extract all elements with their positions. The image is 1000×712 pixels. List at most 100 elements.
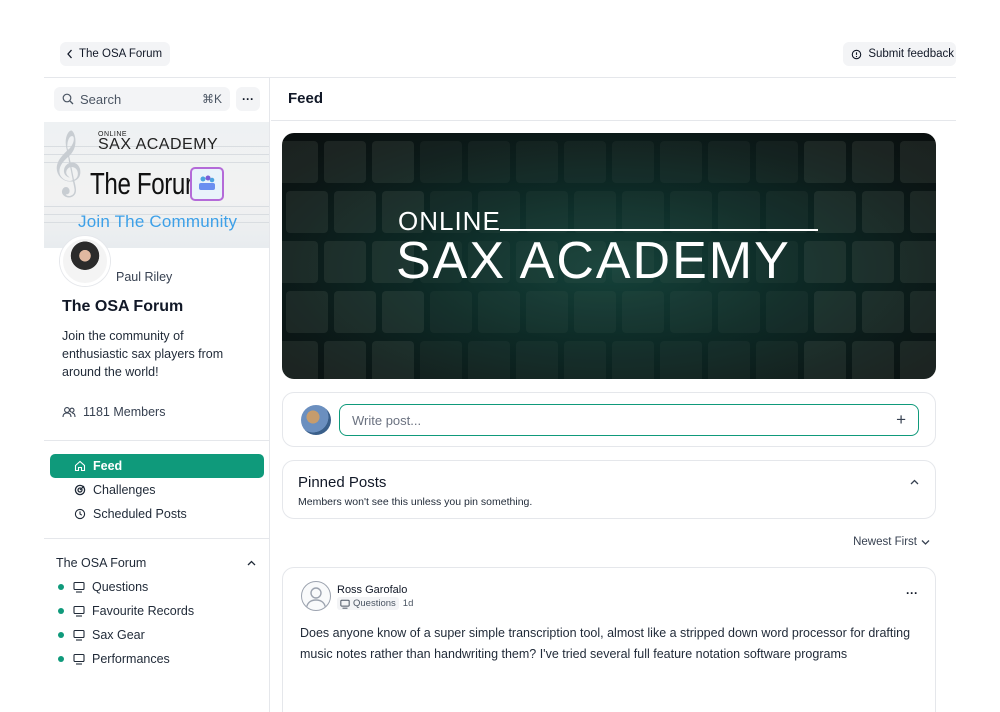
chat-icon <box>340 599 350 609</box>
sidebar-divider <box>44 440 269 441</box>
hero-photo-tile <box>282 141 318 183</box>
hero-photo-tile <box>622 291 664 333</box>
hero-photo-tile <box>804 241 846 283</box>
search-placeholder: Search <box>80 91 122 107</box>
feedback-bubble-icon <box>851 49 862 60</box>
sidebar-item-sax-gear[interactable]: Sax Gear <box>58 628 145 642</box>
sort-dropdown[interactable]: Newest First <box>853 536 930 548</box>
hero-photo-tile <box>814 191 856 233</box>
hero-photo-tile <box>900 241 936 283</box>
people-chat-icon <box>190 167 224 201</box>
sidebar-item-performances[interactable]: Performances <box>58 652 170 666</box>
space-label: Questions <box>92 580 149 594</box>
submit-feedback-button[interactable]: Submit feedback <box>843 42 956 66</box>
sidebar-item-feed[interactable]: Feed <box>50 454 264 478</box>
hero-photo-tile <box>804 341 846 379</box>
space-group-title: The OSA Forum <box>56 556 147 570</box>
space-label: Sax Gear <box>92 628 145 642</box>
sidebar-more-button[interactable]: ··· <box>236 87 260 111</box>
sidebar-item-questions[interactable]: Questions <box>58 580 148 594</box>
back-to-forum-button[interactable]: The OSA Forum <box>60 42 171 66</box>
sidebar-item-challenges[interactable]: Challenges <box>50 478 264 502</box>
chevron-up-icon[interactable] <box>910 476 919 488</box>
author-avatar[interactable] <box>301 581 331 611</box>
post-space-tag[interactable]: Questions <box>337 597 399 610</box>
hero-photo-tile <box>862 291 904 333</box>
sidebar-item-label: Challenges <box>93 483 156 497</box>
chat-icon <box>73 605 85 617</box>
hero-photo-tile <box>516 141 558 183</box>
page-title: Feed <box>288 90 324 107</box>
hero-photo-tile <box>420 341 462 379</box>
hero-photo-tile <box>372 341 414 379</box>
hero-photo-tile <box>372 141 414 183</box>
hero-photo-tile <box>660 341 702 379</box>
hero-photo-tile <box>334 191 376 233</box>
chevron-left-icon <box>66 49 74 59</box>
plus-icon[interactable]: + <box>896 410 906 430</box>
sidebar-item-label: Feed <box>93 459 123 473</box>
sidebar: Search ⌘K ··· 𝄞 ONLINE SAX ACADEMY The F… <box>44 78 270 712</box>
feedback-label: Submit feedback <box>868 48 954 60</box>
hero-photo-tile <box>622 191 664 233</box>
search-icon <box>62 93 74 105</box>
back-label: The OSA Forum <box>79 48 163 60</box>
treble-clef-icon: 𝄞 <box>50 130 84 195</box>
chat-icon <box>73 581 85 593</box>
hero-photo-tile <box>756 141 798 183</box>
hero-photo-tile <box>324 241 366 283</box>
hero-photo-tile <box>766 291 808 333</box>
hero-photo-tile <box>382 291 424 333</box>
post-more-button[interactable]: ··· <box>906 586 918 600</box>
post-time: 1d <box>402 598 414 609</box>
sidebar-item-favourite-records[interactable]: Favourite Records <box>58 604 194 618</box>
community-description: Join the community of enthusiastic sax p… <box>62 329 224 379</box>
hero-photo-tile <box>430 291 472 333</box>
members-label: 1181 Members <box>83 405 166 419</box>
members-count[interactable]: 1181 Members <box>62 405 165 419</box>
hero-photo-tile <box>756 341 798 379</box>
hero-photo-tile <box>852 141 894 183</box>
banner-join-text: Join The Community <box>78 212 238 231</box>
pinned-posts-panel: Pinned Posts Members won't see this unle… <box>282 460 936 519</box>
hero-photo-tile <box>574 291 616 333</box>
hero-photo-tile <box>804 141 846 183</box>
search-input[interactable]: Search ⌘K <box>54 87 230 111</box>
banner-brand-name: SAX ACADEMY <box>98 136 219 153</box>
sidebar-item-scheduled-posts[interactable]: Scheduled Posts <box>50 502 264 526</box>
current-user-avatar <box>301 405 331 435</box>
chevron-up-icon <box>247 557 256 569</box>
hero-photo-tile <box>282 241 318 283</box>
chevron-down-icon <box>921 539 930 545</box>
clock-icon <box>74 508 86 520</box>
hero-photo-tile <box>814 291 856 333</box>
hero-photo-tile <box>900 341 936 379</box>
unread-dot <box>58 608 64 614</box>
hero-photo-tile <box>708 141 750 183</box>
hero-photo-tile <box>324 141 366 183</box>
hero-banner: ONLINE SAX ACADEMY <box>282 133 936 379</box>
hero-photo-tile <box>612 141 654 183</box>
post-author-name[interactable]: Ross Garofalo <box>337 584 407 596</box>
sidebar-item-label: Scheduled Posts <box>93 507 187 521</box>
hero-photo-tile <box>910 191 936 233</box>
space-label: Performances <box>92 652 170 666</box>
community-banner: 𝄞 ONLINE SAX ACADEMY The Forum Join The … <box>44 122 269 248</box>
hero-photo-tile <box>900 141 936 183</box>
hero-photo-tile <box>852 241 894 283</box>
banner-forum-title: The Forum <box>90 166 205 201</box>
pinned-posts-title: Pinned Posts <box>298 474 387 491</box>
hero-photo-tile <box>612 341 654 379</box>
hero-photo-tile <box>564 341 606 379</box>
space-group-header[interactable]: The OSA Forum <box>56 556 256 570</box>
post-body: Does anyone know of a super simple trans… <box>300 626 911 661</box>
hero-photo-tile <box>862 191 904 233</box>
hero-photo-tile <box>718 291 760 333</box>
write-post-placeholder: Write post... <box>352 412 422 428</box>
search-shortcut: ⌘K <box>201 92 222 106</box>
pinned-posts-subtitle: Members won't see this unless you pin so… <box>298 496 533 508</box>
hero-photo-tile <box>478 291 520 333</box>
header-divider <box>271 120 956 121</box>
sidebar-divider <box>44 538 269 539</box>
write-post-input[interactable]: Write post... + <box>339 404 919 436</box>
